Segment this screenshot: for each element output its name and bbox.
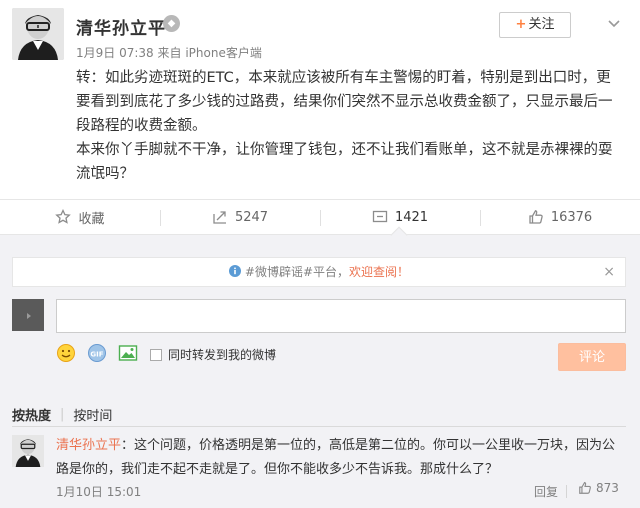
notice-link[interactable]: 欢迎查阅！	[349, 265, 409, 279]
author-avatar[interactable]	[12, 8, 64, 60]
verified-badge-icon: ◆	[163, 15, 180, 32]
comment-like-button[interactable]: 873	[578, 481, 619, 495]
source-prefix: 来自	[157, 46, 182, 60]
repost-option-label: 同时转发到我的微博	[168, 348, 277, 362]
close-icon[interactable]: ×	[603, 258, 615, 286]
repost-count: 5247	[234, 209, 269, 225]
post-time[interactable]: 1月9日 07:38	[76, 46, 154, 60]
sort-separator: |	[60, 407, 65, 422]
commenter-avatar[interactable]	[12, 435, 44, 467]
checkbox-box[interactable]	[150, 348, 162, 361]
reply-button[interactable]: 回复	[534, 483, 558, 500]
comment-sort: 按热度 | 按时间	[12, 405, 112, 424]
repost-button[interactable]: 5247	[160, 200, 320, 234]
comment-like-count: 873	[596, 481, 619, 495]
comment-input[interactable]	[56, 299, 626, 333]
chevron-down-icon[interactable]	[602, 14, 626, 34]
follow-button[interactable]: + 关注	[499, 12, 571, 38]
post-source[interactable]: iPhone客户端	[185, 46, 262, 60]
emoji-icon[interactable]	[56, 343, 76, 367]
gif-icon[interactable]: GIF	[87, 343, 107, 367]
post-action-bar: 收藏 5247 1421 16376	[0, 199, 640, 235]
like-count: 16376	[550, 209, 593, 225]
divider	[12, 426, 626, 427]
sort-by-time[interactable]: 按时间	[73, 405, 112, 424]
comment-count: 1421	[394, 209, 429, 225]
rumor-notice: #微博辟谣#平台，欢迎查阅！ ×	[12, 257, 626, 287]
comment-text: 清华孙立平：这个问题，价格透明是第一位的，高低是第二位的。你可以一公里收一万块，…	[56, 434, 628, 482]
star-icon	[55, 209, 72, 224]
author-name[interactable]: 清华孙立平	[76, 14, 166, 39]
post-paragraph: 转：如此劣迹斑斑的ETC，本来就应该被所有车主警惕的盯着，特别是到出口时，更要看…	[76, 70, 613, 134]
divider	[566, 485, 567, 498]
favorite-label: 收藏	[78, 211, 105, 227]
follow-label: 关注	[528, 17, 555, 32]
post-meta: 1月9日 07:38 来自 iPhone客户端	[76, 44, 262, 61]
my-avatar	[12, 299, 44, 331]
sort-by-hot[interactable]: 按热度	[12, 405, 51, 424]
repost-icon	[213, 211, 226, 224]
post-paragraph: 本来你丫手脚就不干净，让你管理了钱包，还不让我们看账单，这不就是赤裸裸的耍流氓吗…	[76, 142, 613, 182]
comment-icon	[372, 210, 388, 223]
submit-comment-button[interactable]: 评论	[558, 343, 626, 371]
comment-time: 1月10日 15:01	[56, 485, 142, 499]
notice-text: #微博辟谣#平台，	[244, 265, 350, 279]
info-icon	[228, 265, 241, 277]
like-button[interactable]: 16376	[480, 200, 640, 234]
commenter-name[interactable]: 清华孙立平	[56, 438, 121, 453]
post-body: 转：如此劣迹斑斑的ETC，本来就应该被所有车主警惕的盯着，特别是到出口时，更要看…	[76, 66, 624, 186]
plus-icon: +	[515, 17, 527, 32]
svg-text:GIF: GIF	[90, 350, 103, 358]
comment-content: ：这个问题，价格透明是第一位的，高低是第二位的。你可以一公里收一万块，因为公路是…	[56, 438, 616, 477]
repost-checkbox[interactable]: 同时转发到我的微博	[150, 346, 276, 363]
image-icon[interactable]	[118, 343, 138, 367]
thumbs-up-icon	[529, 210, 543, 224]
thumbs-up-icon	[579, 481, 591, 494]
favorite-button[interactable]: 收藏	[0, 200, 160, 234]
